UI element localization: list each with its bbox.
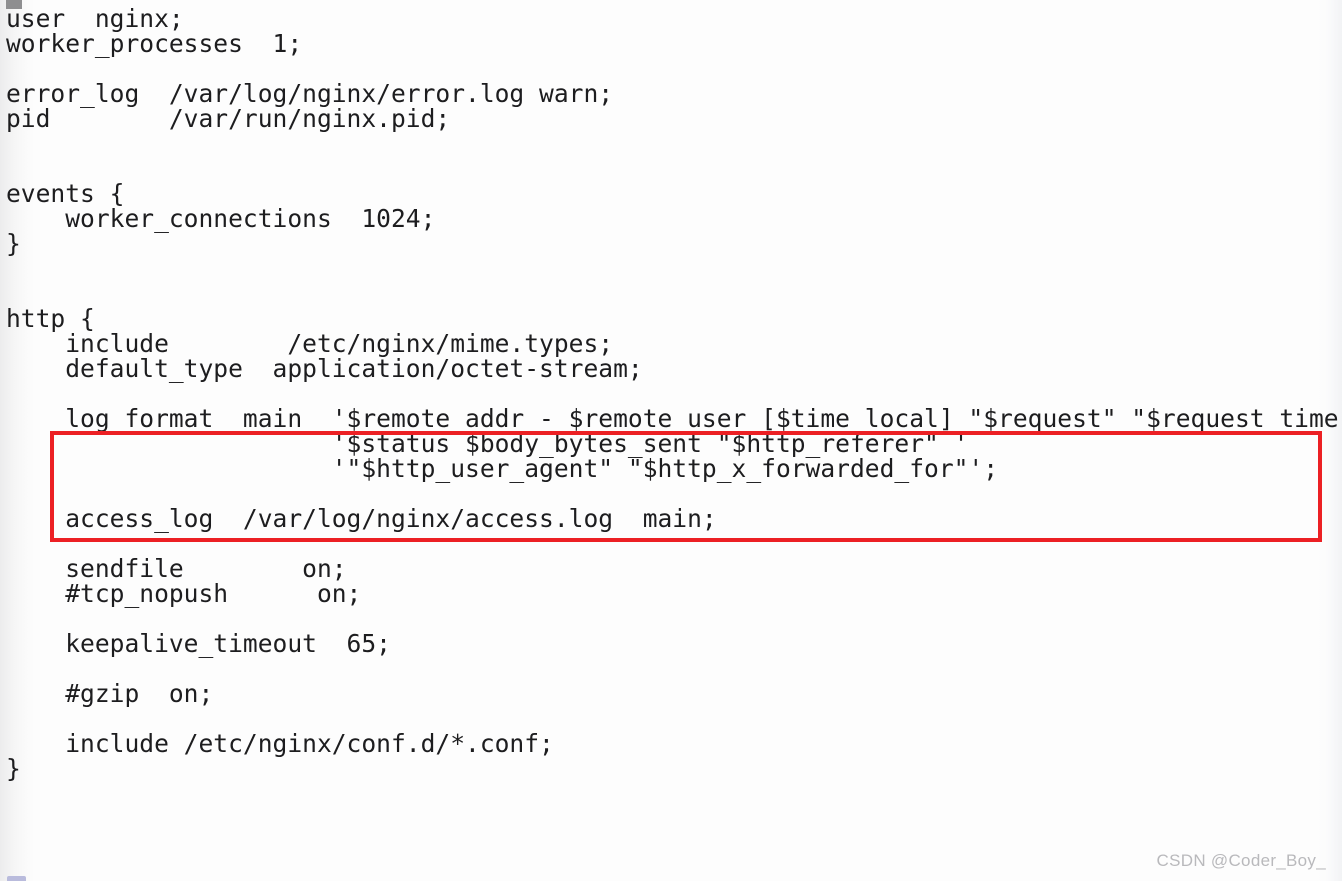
code-line-blank bbox=[0, 606, 1342, 631]
code-line: http { bbox=[6, 304, 95, 333]
code-line: } bbox=[6, 754, 21, 783]
code-line: '"$http_user_agent" "$http_x_forwarded_f… bbox=[6, 454, 999, 483]
code-line-blank bbox=[0, 481, 1342, 506]
code-line-blank bbox=[0, 656, 1342, 681]
code-line-blank bbox=[0, 381, 1342, 406]
code-line: events { bbox=[6, 179, 125, 208]
code-line: include /etc/nginx/mime.types; bbox=[6, 329, 614, 358]
code-line: worker_processes 1; bbox=[6, 29, 303, 58]
code-line: #gzip on; bbox=[6, 679, 214, 708]
code-line: pid /var/run/nginx.pid; bbox=[6, 104, 451, 133]
code-line: default_type application/octet-stream; bbox=[6, 354, 643, 383]
code-line: user nginx; bbox=[6, 4, 184, 33]
csdn-watermark: CSDN @Coder_Boy_ bbox=[1156, 851, 1326, 870]
code-screenshot: user nginx; worker_processes 1; error_log … bbox=[0, 0, 1342, 881]
code-line-blank bbox=[0, 156, 1342, 181]
code-line-blank bbox=[0, 531, 1342, 556]
code-line: log_format main '$remote_addr - $remote_… bbox=[6, 404, 1342, 433]
code-line-blank bbox=[0, 281, 1342, 306]
code-line: keepalive_timeout 65; bbox=[6, 629, 391, 658]
code-surface[interactable]: user nginx; worker_processes 1; error_log … bbox=[0, 0, 1342, 881]
code-line-blank bbox=[0, 256, 1342, 281]
code-line: } bbox=[6, 229, 21, 258]
code-line: access_log /var/log/nginx/access.log mai… bbox=[6, 504, 717, 533]
code-line: #tcp_nopush on; bbox=[6, 579, 362, 608]
clipped-glyph-fragment-bottom bbox=[7, 876, 26, 881]
code-line: include /etc/nginx/conf.d/*.conf; bbox=[6, 729, 554, 758]
code-line: worker_connections 1024; bbox=[6, 204, 436, 233]
code-line-list: user nginx; worker_processes 1; error_log … bbox=[0, 6, 1342, 781]
code-line-blank bbox=[0, 706, 1342, 731]
code-line-blank bbox=[0, 56, 1342, 81]
code-line-blank bbox=[0, 131, 1342, 156]
clipped-glyph-fragment-top bbox=[6, 0, 22, 9]
code-line: sendfile on; bbox=[6, 554, 347, 583]
code-line: '$status $body_bytes_sent "$http_referer… bbox=[6, 429, 969, 458]
code-line: error_log /var/log/nginx/error.log warn; bbox=[6, 79, 614, 108]
